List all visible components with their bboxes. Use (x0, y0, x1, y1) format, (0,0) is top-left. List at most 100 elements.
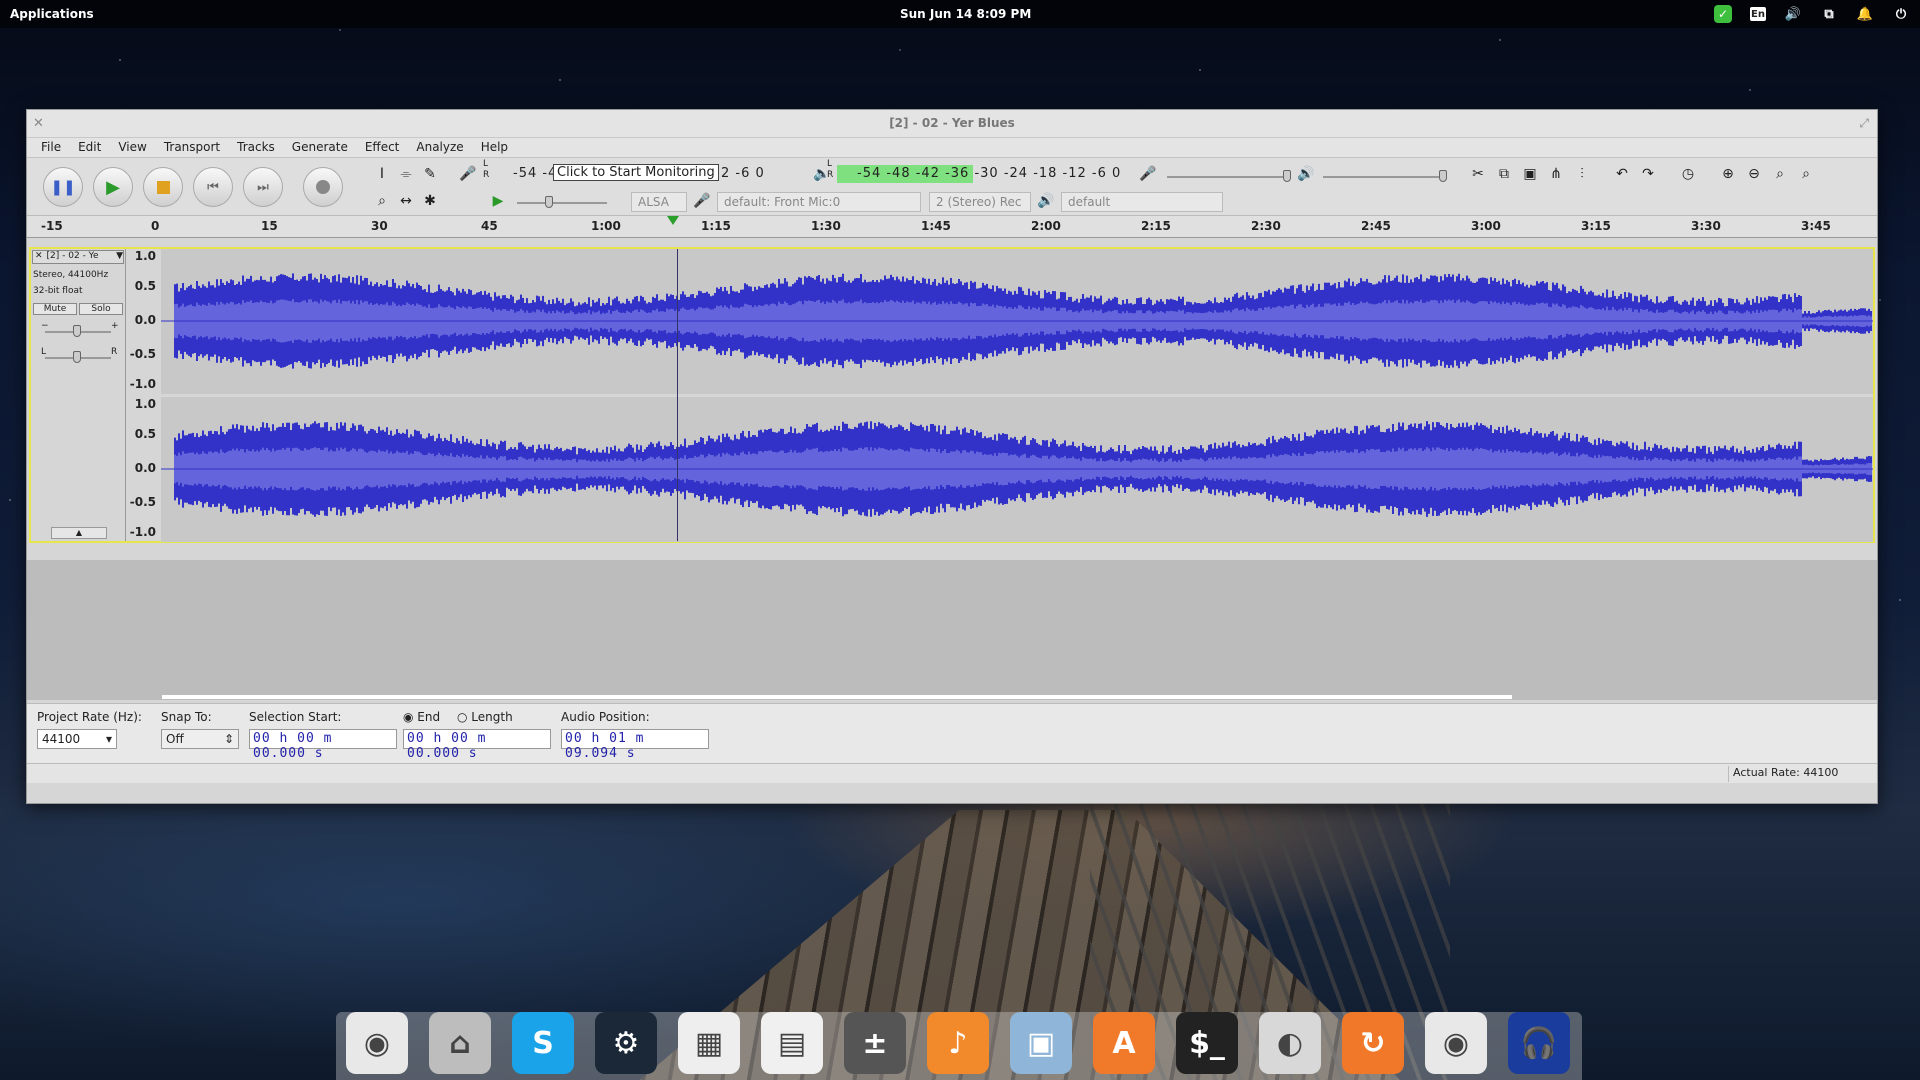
collapse-track-button[interactable]: ▲ (51, 527, 107, 539)
cut-button[interactable]: ✂ (1467, 163, 1489, 185)
audio-position-time[interactable]: 00 h 01 m 09.094 s (561, 729, 709, 761)
menu-effect[interactable]: Effect (357, 138, 409, 157)
menu-view[interactable]: View (110, 138, 155, 157)
zoom-out-button[interactable]: ⊖ (1743, 163, 1765, 185)
menu-analyze[interactable]: Analyze (408, 138, 472, 157)
track-close-icon[interactable]: ✕ (35, 251, 43, 263)
keyboard-layout-indicator[interactable]: En (1750, 7, 1766, 21)
ruler-tick: 2:30 (1251, 219, 1281, 233)
end-radio[interactable]: ◉ End (403, 710, 440, 724)
paste-button[interactable]: ▣ (1519, 163, 1541, 185)
play-button[interactable]: ▶ (93, 167, 133, 207)
fit-project-button[interactable]: ⌕ (1795, 163, 1817, 185)
applications-menu[interactable]: Applications (10, 7, 94, 21)
pause-button[interactable]: ❚❚ (43, 167, 83, 207)
record-icon (316, 180, 330, 194)
menu-tracks[interactable]: Tracks (229, 138, 284, 157)
zoom-tool[interactable]: ⌕ (371, 190, 393, 212)
solo-button[interactable]: Solo (79, 303, 123, 315)
files-icon[interactable]: ⌂ (429, 1012, 491, 1074)
horizontal-scrollbar[interactable] (162, 695, 1512, 699)
menu-generate[interactable]: Generate (284, 138, 357, 157)
playhead-marker[interactable] (667, 216, 679, 225)
menu-transport[interactable]: Transport (156, 138, 229, 157)
undo-button[interactable]: ↶ (1611, 163, 1633, 185)
envelope-tool[interactable]: ⌯ (395, 163, 417, 185)
music-icon[interactable]: ♪ (927, 1012, 989, 1074)
snap-to-select[interactable]: Off ⇕ (161, 729, 239, 749)
power-icon[interactable]: ⏻ (1892, 5, 1910, 23)
chrome-icon[interactable]: ◉ (346, 1012, 408, 1074)
project-rate-combo[interactable]: 44100 ▾ (37, 729, 117, 749)
selection-start-time[interactable]: 00 h 00 m 00.000 s (249, 729, 397, 761)
length-label: Length (471, 710, 513, 724)
silence-button[interactable]: ⫶ (1571, 163, 1593, 185)
recording-volume-thumb[interactable] (1283, 170, 1291, 182)
calculator-icon[interactable]: ± (844, 1012, 906, 1074)
zoom-in-button[interactable]: ⊕ (1717, 163, 1739, 185)
gain-slider[interactable]: − + (31, 317, 125, 343)
record-button[interactable] (303, 167, 343, 207)
playback-volume-thumb[interactable] (1439, 170, 1447, 182)
recording-volume-slider[interactable] (1167, 176, 1287, 178)
multi-tool[interactable]: ✱ (419, 190, 441, 212)
pan-slider[interactable]: L R (31, 343, 125, 369)
empty-track-area[interactable] (27, 560, 1877, 700)
sync-lock-button[interactable]: ◷ (1677, 163, 1699, 185)
menu-file[interactable]: File (33, 138, 70, 157)
document-viewer-icon[interactable]: ▤ (761, 1012, 823, 1074)
menu-edit[interactable]: Edit (70, 138, 110, 157)
chrome-icon-2[interactable]: ◉ (1425, 1012, 1487, 1074)
record-meter-scale[interactable]: -54 -4 (513, 166, 557, 184)
headphones-icon[interactable]: 🎧 (1508, 1012, 1570, 1074)
output-device-select[interactable]: default (1061, 192, 1223, 212)
timeline-ruler[interactable]: -15 0 15 30 45 1:00 1:15 1:30 1:45 2:00 2:15 2:30 2:… (27, 216, 1877, 238)
app-center-icon[interactable]: A (1093, 1012, 1155, 1074)
fit-selection-button[interactable]: ⌕ (1769, 163, 1791, 185)
draw-tool[interactable]: ✎ (419, 163, 441, 185)
redo-button[interactable]: ↷ (1637, 163, 1659, 185)
steam-icon[interactable]: ⚙ (595, 1012, 657, 1074)
photos-icon[interactable]: ▣ (1010, 1012, 1072, 1074)
track-area: ✕ [2] - 02 - Ye ▼ Stereo, 44100Hz 32-bit… (27, 240, 1877, 560)
maximize-icon[interactable]: ⤢ (1859, 116, 1869, 131)
skip-end-button[interactable]: ⏭ (243, 167, 283, 207)
playback-volume-slider[interactable] (1323, 176, 1443, 178)
calendar-icon[interactable]: ▦ (678, 1012, 740, 1074)
notifications-icon[interactable]: 🔔 (1856, 5, 1874, 23)
panel-clock[interactable]: Sun Jun 14 8:09 PM (900, 7, 1031, 21)
stop-button[interactable] (143, 167, 183, 207)
mute-button[interactable]: Mute (33, 303, 77, 315)
gain-thumb[interactable] (73, 325, 81, 337)
scale-label: 0.5 (134, 279, 156, 293)
trim-button[interactable]: ⋔ (1545, 163, 1567, 185)
selection-tool[interactable]: I (371, 163, 393, 185)
track-name-menu[interactable]: ✕ [2] - 02 - Ye ▼ (32, 250, 124, 264)
volume-icon[interactable]: 🔊 (1784, 5, 1802, 23)
audio-host-select[interactable]: ALSA (631, 192, 687, 212)
channels-select[interactable]: 2 (Stereo) Rec (929, 192, 1031, 212)
input-device-select[interactable]: default: Front Mic:0 (717, 192, 921, 212)
skip-start-button[interactable]: ⏮ (193, 167, 233, 207)
length-radio[interactable]: ○ Length (457, 710, 513, 724)
waveform-left-channel[interactable] (161, 249, 1873, 394)
selection-end-time[interactable]: 00 h 00 m 00.000 s (403, 729, 551, 761)
selection-start-label: Selection Start: (249, 710, 342, 724)
playback-meter-scale[interactable]: -54 -48 -42 -36 -30 -24 -18 -12 -6 0 (857, 166, 1121, 184)
audio-track[interactable]: ✕ [2] - 02 - Ye ▼ Stereo, 44100Hz 32-bit… (29, 247, 1875, 543)
waveform-right-channel[interactable] (161, 397, 1873, 542)
copy-button[interactable]: ⧉ (1493, 163, 1515, 185)
play-speed-thumb[interactable] (545, 196, 553, 208)
update-icon[interactable]: ↻ (1342, 1012, 1404, 1074)
check-icon[interactable]: ✓ (1714, 5, 1732, 23)
timeshift-tool[interactable]: ↔ (395, 190, 417, 212)
terminal-icon[interactable]: $_ (1176, 1012, 1238, 1074)
pan-thumb[interactable] (73, 351, 81, 363)
network-icon[interactable]: ⧉ (1820, 5, 1838, 23)
switchboard-icon[interactable]: ◐ (1259, 1012, 1321, 1074)
play-at-speed-button[interactable]: ▶ (487, 190, 509, 212)
menu-help[interactable]: Help (473, 138, 517, 157)
skype-icon[interactable]: S (512, 1012, 574, 1074)
record-meter-button[interactable]: 🎤 (457, 163, 479, 185)
play-speed-slider[interactable] (517, 202, 607, 204)
